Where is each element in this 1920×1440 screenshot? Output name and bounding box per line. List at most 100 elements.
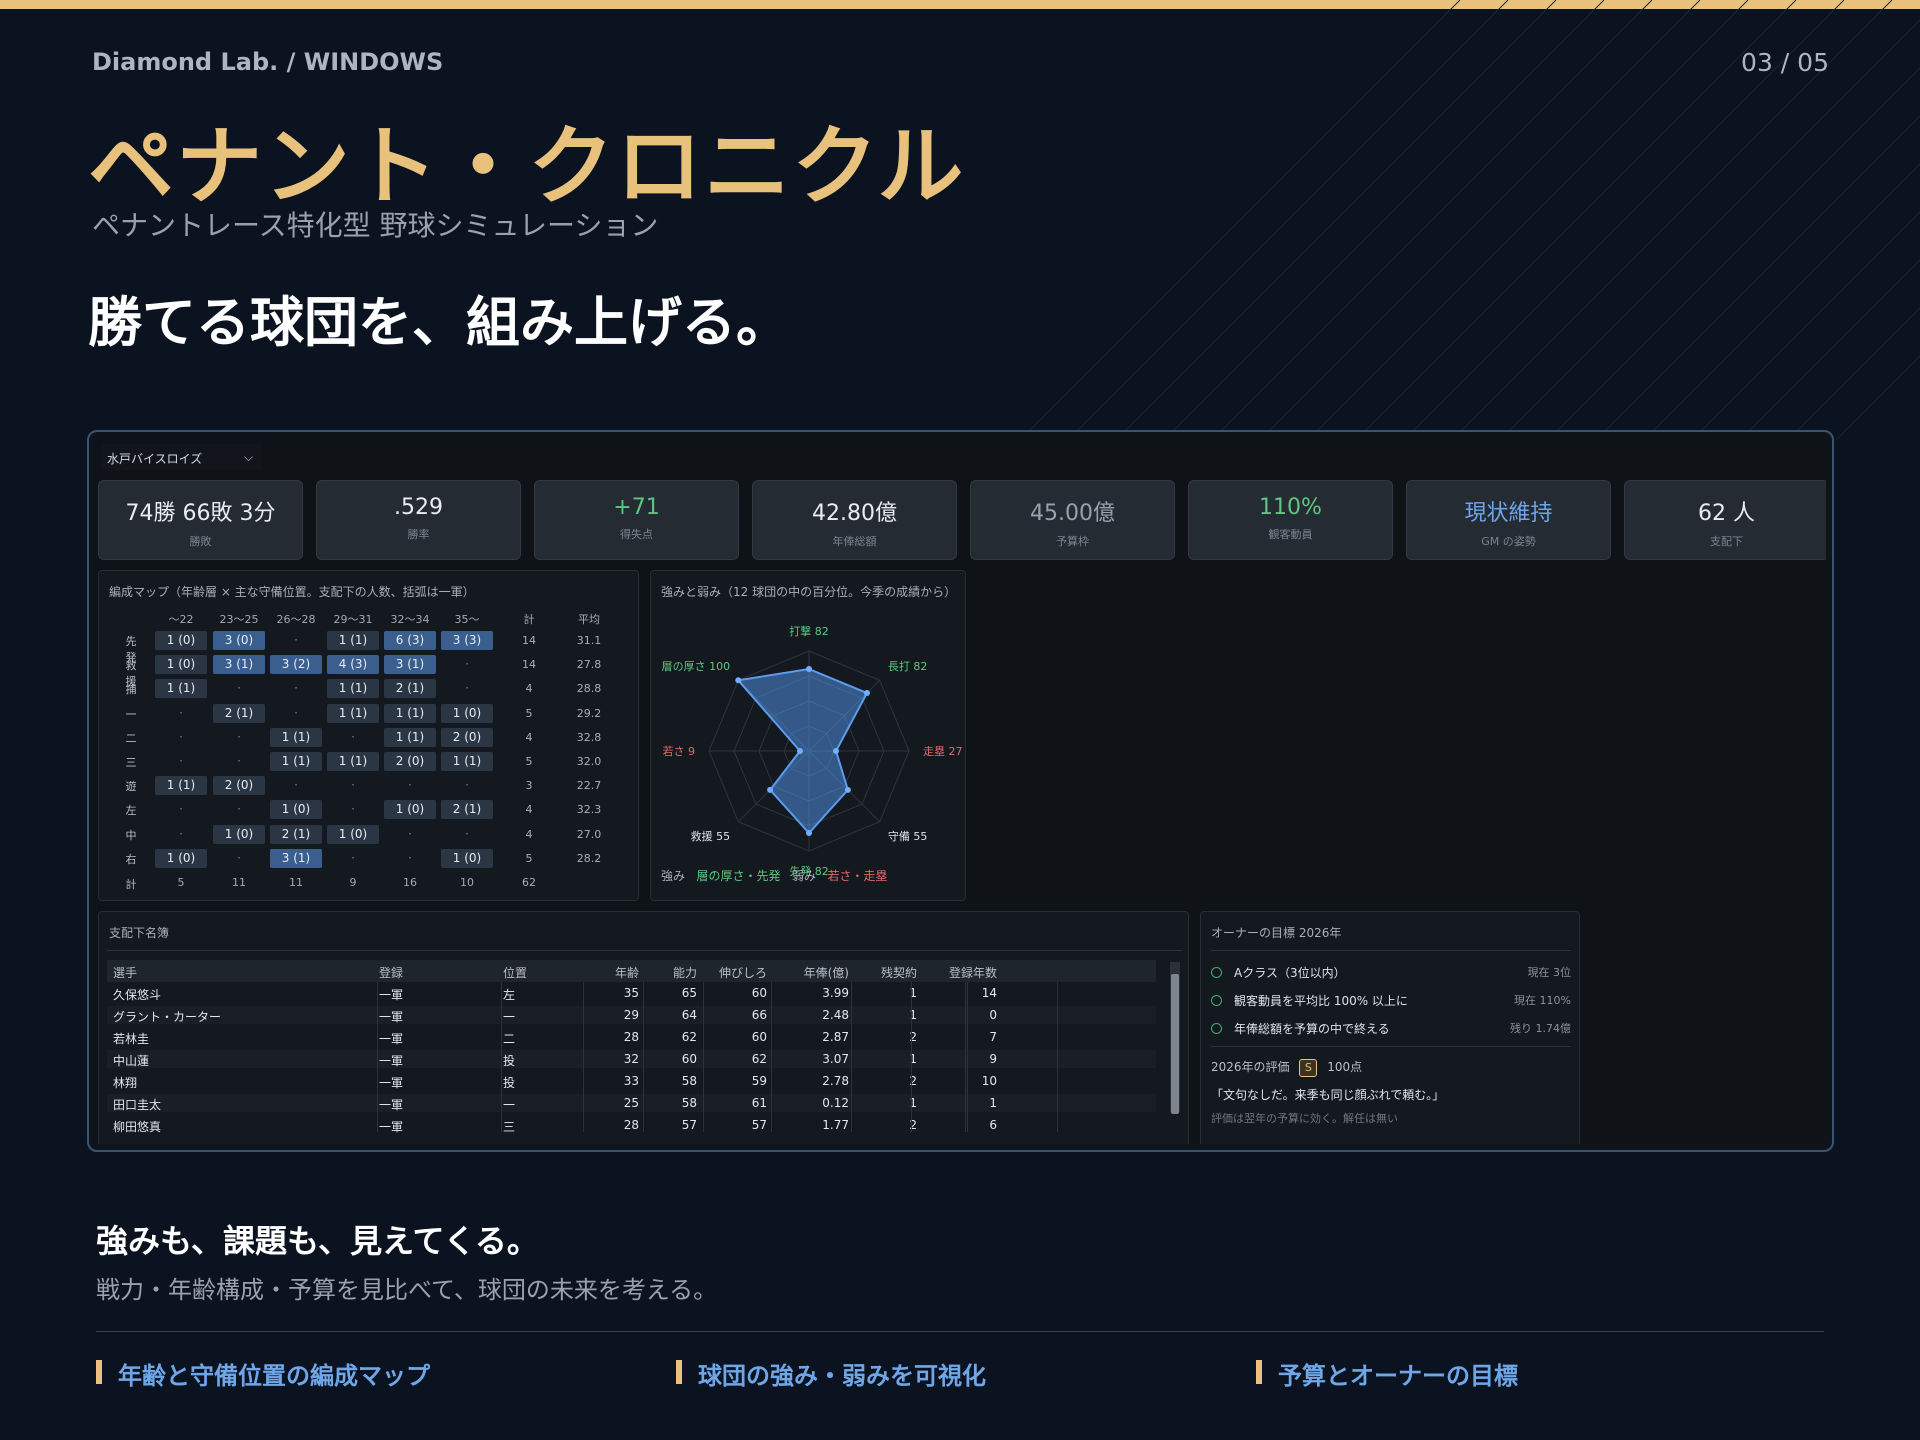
goal-status-circle-icon — [1211, 995, 1222, 1006]
table-column-header[interactable]: 選手 — [113, 964, 137, 981]
roster-map-cell[interactable]: 1 (1) — [384, 727, 436, 747]
roster-map-cell[interactable]: 3 (1) — [213, 655, 265, 675]
roster-map-cell[interactable]: · — [155, 704, 207, 723]
table-row[interactable]: 林翔 一軍投 33 58 59 2.78 2 10 — [107, 1072, 1156, 1090]
roster-map-cell[interactable]: 4 (3) — [327, 655, 379, 675]
row-total: 5 — [525, 755, 533, 768]
roster-map-cell[interactable]: 1 (1) — [270, 752, 322, 771]
table-row[interactable]: 田口圭太 一軍一 25 58 61 0.12 1 1 — [107, 1094, 1156, 1112]
stripe-line — [1259, 0, 1701, 440]
table-column-header[interactable]: 伸びしろ — [687, 964, 767, 981]
eval-points: 100点 — [1327, 1060, 1363, 1074]
roster-map-cell[interactable]: · — [270, 704, 322, 723]
roster-map-cell[interactable]: · — [155, 800, 207, 819]
roster-map-cell[interactable]: 1 (0) — [213, 824, 265, 844]
roster-map-cell[interactable]: · — [384, 776, 436, 795]
roster-map-cell[interactable]: 1 (1) — [327, 631, 379, 650]
roster-map-cell[interactable]: 1 (0) — [441, 703, 493, 723]
roster-map-cell[interactable]: 1 (0) — [155, 655, 207, 675]
roster-map-cell[interactable]: 1 (1) — [155, 776, 207, 796]
roster-table-title: 支配下名簿 — [109, 926, 170, 940]
roster-map-cell[interactable]: · — [270, 631, 322, 650]
roster-map-cell[interactable]: 1 (1) — [155, 679, 207, 699]
roster-map-cell[interactable]: 2 (0) — [213, 776, 265, 796]
table-row[interactable]: 柳田悠真 一軍三 28 57 57 1.77 2 6 — [107, 1116, 1156, 1134]
table-column-header[interactable]: 年俸(億) — [767, 964, 849, 981]
feature-strength-chart: 球団の強み・弱みを可視化 — [676, 1356, 986, 1391]
stripe-line — [1547, 67, 1920, 440]
roster-map-cell[interactable]: · — [441, 679, 493, 698]
row-average: 28.2 — [576, 851, 602, 865]
table-row[interactable]: 中山蓮 一軍投 32 60 62 3.07 1 9 — [107, 1050, 1156, 1068]
age-column-header: 23〜25 — [219, 613, 259, 626]
radar-data-point — [797, 748, 803, 754]
roster-map-cell[interactable]: 3 (2) — [270, 655, 322, 675]
column-total: 5 — [177, 876, 185, 889]
roster-map-cell[interactable]: 2 (1) — [270, 824, 322, 844]
roster-map-cell[interactable]: · — [327, 776, 379, 795]
roster-map-cell[interactable]: · — [155, 752, 207, 771]
roster-map-cell[interactable]: 2 (0) — [384, 752, 436, 771]
roster-map-cell[interactable]: 1 (0) — [441, 848, 493, 868]
roster-map-cell[interactable]: · — [327, 849, 379, 868]
roster-map-cell[interactable]: · — [270, 679, 322, 698]
roster-map-cell[interactable]: 1 (0) — [155, 848, 207, 868]
roster-map-cell[interactable]: · — [384, 825, 436, 844]
roster-map-panel: 編成マップ（年齢層 × 主な守備位置。支配下の人数、括弧は一軍） 〜22 23〜2… — [98, 570, 639, 901]
roster-map-cell[interactable]: · — [384, 849, 436, 868]
roster-map-cell[interactable]: 6 (3) — [384, 631, 436, 650]
roster-map-cell[interactable]: 3 (1) — [270, 848, 322, 868]
roster-map-cell[interactable]: 3 (1) — [384, 655, 436, 675]
roster-map-cell[interactable]: · — [441, 776, 493, 795]
roster-map-cell[interactable]: 1 (1) — [384, 703, 436, 723]
roster-map-cell[interactable]: · — [213, 728, 265, 747]
eval-note: 評価は翌年の予算に効く。解任は無い — [1211, 1112, 1398, 1125]
table-row[interactable]: グラント・カーター 一軍一 29 64 66 2.48 1 0 — [107, 1006, 1156, 1024]
table-column-header[interactable]: 位置 — [503, 964, 527, 981]
roster-map-cell[interactable]: · — [327, 800, 379, 819]
roster-map-cell[interactable]: 1 (1) — [327, 752, 379, 771]
roster-map-cell[interactable]: 1 (1) — [327, 679, 379, 699]
roster-map-cell[interactable]: · — [213, 752, 265, 771]
roster-map-cell[interactable]: 3 (0) — [213, 631, 265, 650]
roster-map-cell[interactable]: 1 (0) — [155, 631, 207, 650]
roster-map-cell[interactable]: 2 (0) — [441, 727, 493, 747]
roster-map-cell[interactable]: 1 (0) — [384, 800, 436, 820]
table-row[interactable]: 久保悠斗 一軍左 35 65 60 3.99 1 14 — [107, 984, 1156, 1002]
roster-map-cell[interactable]: 2 (1) — [441, 800, 493, 820]
roster-map-cell[interactable]: · — [155, 825, 207, 844]
roster-map-cell[interactable]: 1 (1) — [327, 703, 379, 723]
team-select[interactable]: 水戸バイスロイズ ⌵ — [101, 444, 261, 470]
strengths-label: 強み — [661, 869, 686, 883]
roster-map-cell[interactable]: 1 (1) — [441, 752, 493, 771]
roster-map-cell[interactable]: · — [213, 679, 265, 698]
table-column-header[interactable]: 残契約 — [847, 964, 917, 981]
table-column-header[interactable]: 登録年数 — [917, 964, 997, 981]
stat-card: 45.00億 予算枠 — [970, 480, 1175, 560]
position-label: 一 — [125, 707, 137, 721]
table-row[interactable]: 若林圭 一軍二 28 62 60 2.87 2 7 — [107, 1028, 1156, 1046]
roster-map-cell[interactable]: · — [327, 728, 379, 747]
roster-map-cell[interactable]: · — [213, 800, 265, 819]
table-cell: 二 — [503, 1032, 516, 1046]
goal-status-circle-icon — [1211, 1023, 1222, 1034]
roster-map-cell[interactable]: · — [441, 655, 493, 674]
roster-map-cell[interactable]: 3 (3) — [441, 631, 493, 650]
roster-map-cell[interactable]: · — [270, 776, 322, 795]
roster-map-cell[interactable]: 1 (1) — [270, 727, 322, 747]
scrollbar-thumb[interactable] — [1171, 974, 1179, 1114]
roster-map-cell[interactable]: · — [441, 825, 493, 844]
roster-map-cell[interactable]: 1 (0) — [327, 824, 379, 844]
table-scrollbar[interactable] — [1170, 962, 1180, 1114]
roster-map-cell[interactable]: 1 (0) — [270, 800, 322, 820]
roster-map-cell[interactable]: 2 (1) — [213, 703, 265, 723]
table-column-header[interactable]: 登録 — [379, 964, 403, 981]
roster-map-cell[interactable]: · — [213, 849, 265, 868]
roster-map-cell[interactable]: · — [155, 728, 207, 747]
team-select-value: 水戸バイスロイズ — [107, 452, 203, 466]
sum-row-label: 計 — [125, 878, 137, 891]
bottom-heading: 強みも、課題も、見えてくる。 — [96, 1222, 539, 1260]
roster-map-cell[interactable]: 2 (1) — [384, 679, 436, 699]
table-cell: 久保悠斗 — [113, 988, 162, 1002]
table-cell: 若林圭 — [113, 1032, 150, 1046]
